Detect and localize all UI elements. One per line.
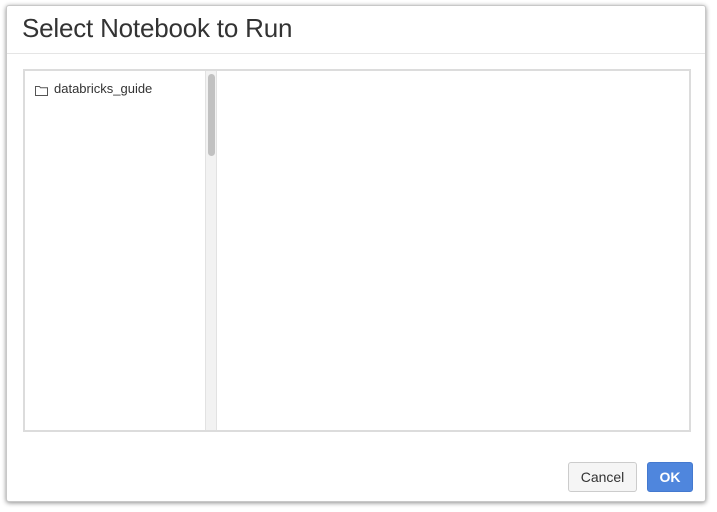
folder-tree-pane: databricks_guide [25, 71, 205, 430]
notebook-browser: databricks_guide [23, 69, 691, 432]
dialog-title: Select Notebook to Run [22, 13, 293, 43]
scrollbar-thumb[interactable] [208, 74, 215, 156]
dialog-header: Select Notebook to Run [7, 6, 705, 54]
ok-button[interactable]: OK [647, 462, 693, 492]
notebook-list-pane [219, 71, 689, 430]
select-notebook-dialog: Select Notebook to Run databricks_guide … [6, 5, 706, 502]
tree-scrollbar[interactable] [205, 71, 217, 430]
cancel-button[interactable]: Cancel [568, 462, 637, 492]
tree-item-label: databricks_guide [54, 80, 153, 96]
tree-item-databricks-guide[interactable]: databricks_guide [35, 79, 152, 97]
folder-icon [35, 83, 48, 96]
